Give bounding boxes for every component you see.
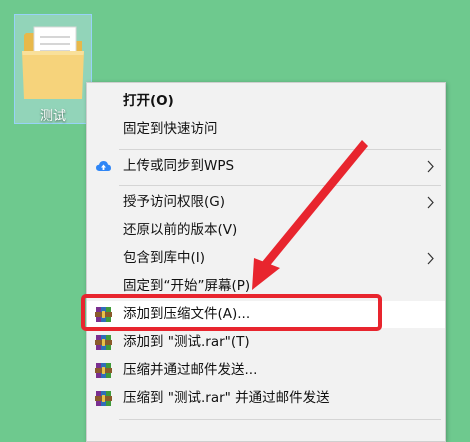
winrar-icon: [95, 307, 112, 322]
menu-item-grant-access[interactable]: 授予访问权限(G): [87, 189, 445, 216]
menu-item-compress-to-rar-and-email[interactable]: 压缩到 "测试.rar" 并通过邮件发送: [87, 385, 445, 412]
menu-item-include-in-library[interactable]: 包含到库中(I): [87, 245, 445, 272]
menu-item-label: 压缩并通过邮件发送...: [123, 362, 258, 378]
chevron-right-icon: [427, 196, 434, 209]
menu-item-pin-to-start[interactable]: 固定到“开始”屏幕(P): [87, 273, 445, 300]
chevron-right-icon: [427, 160, 434, 173]
menu-item-open[interactable]: 打开(O): [87, 88, 445, 115]
menu-item-label: 还原以前的版本(V): [123, 222, 238, 238]
folder-icon: [22, 26, 84, 99]
wps-cloud-upload-icon: [96, 161, 111, 171]
menu-item-label: 打开(O): [123, 93, 174, 109]
menu-separator: [119, 419, 441, 420]
chevron-right-icon: [427, 252, 434, 265]
menu-item-label: 授予访问权限(G): [123, 194, 225, 210]
menu-item-label: 包含到库中(I): [123, 250, 206, 266]
desktop-folder-item[interactable]: 测试: [14, 14, 92, 124]
folder-name-label: 测试: [39, 109, 66, 124]
menu-item-pin-quick-access[interactable]: 固定到快速访问: [87, 116, 445, 143]
menu-item-add-to-archive[interactable]: 添加到压缩文件(A)...: [87, 301, 445, 328]
menu-item-label: 固定到快速访问: [123, 121, 218, 137]
menu-item-label: 固定到“开始”屏幕(P): [123, 278, 251, 294]
menu-item-restore-versions[interactable]: 还原以前的版本(V): [87, 217, 445, 244]
winrar-icon: [95, 363, 112, 378]
menu-separator: [119, 185, 441, 186]
winrar-icon: [95, 391, 112, 406]
winrar-icon: [95, 335, 112, 350]
menu-item-add-to-rar[interactable]: 添加到 "测试.rar"(T): [87, 329, 445, 356]
menu-item-label: 压缩到 "测试.rar" 并通过邮件发送: [123, 390, 330, 406]
menu-item-label: 添加到压缩文件(A)...: [123, 306, 251, 322]
context-menu: 打开(O) 固定到快速访问 上传或同步到WPS 授予访问权限(G) 还原以前的版…: [86, 82, 446, 442]
menu-separator: [119, 149, 441, 150]
menu-item-label: 添加到 "测试.rar"(T): [123, 334, 250, 350]
menu-item-compress-and-email[interactable]: 压缩并通过邮件发送...: [87, 357, 445, 384]
menu-item-label: 上传或同步到WPS: [123, 158, 235, 174]
menu-item-wps-upload[interactable]: 上传或同步到WPS: [87, 153, 445, 180]
